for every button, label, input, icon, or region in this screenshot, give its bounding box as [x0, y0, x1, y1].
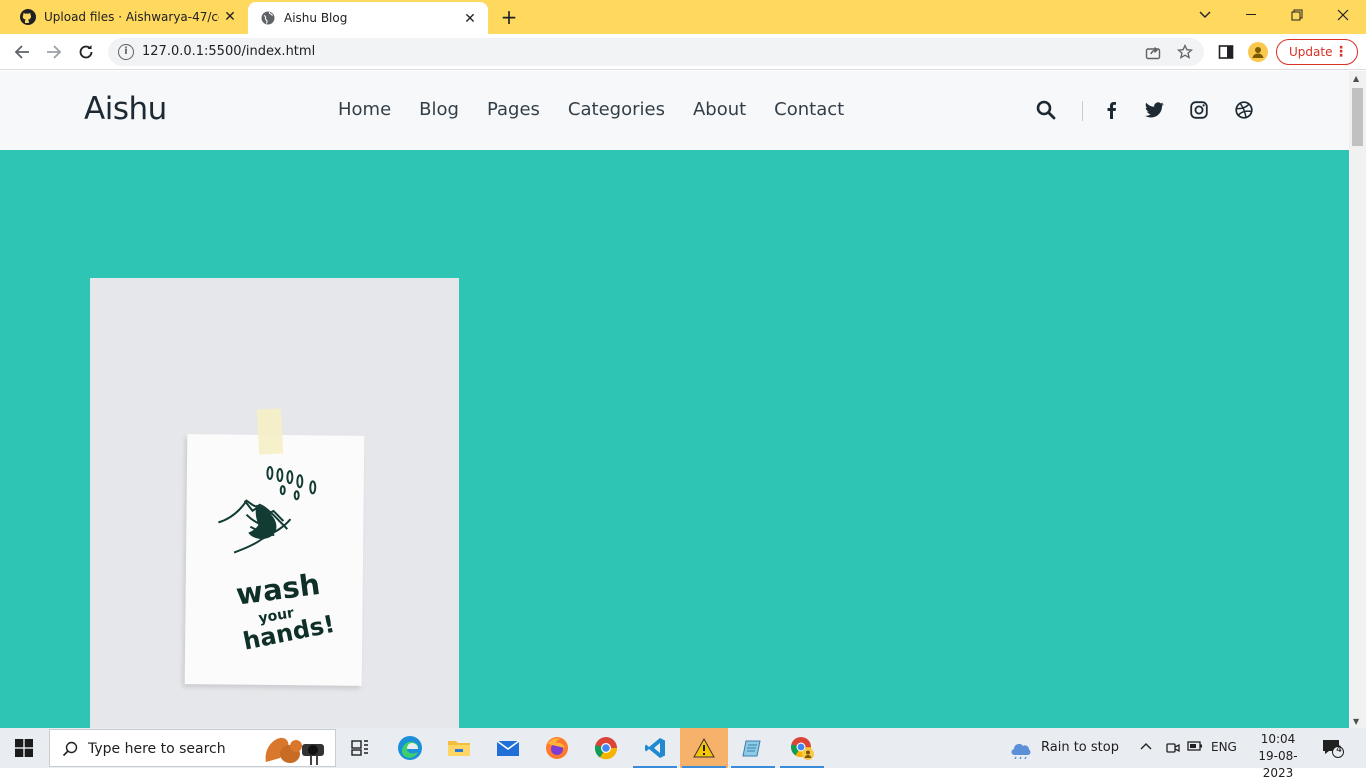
- firefox-icon[interactable]: [533, 728, 581, 768]
- side-panel-icon[interactable]: [1216, 42, 1236, 62]
- weather-text[interactable]: Rain to stop: [1041, 740, 1119, 755]
- weather-icon[interactable]: [1008, 737, 1034, 763]
- nav-about[interactable]: About: [693, 99, 746, 120]
- system-clock[interactable]: 10:04 19-08-2023: [1246, 731, 1310, 782]
- bookmark-star-icon[interactable]: [1176, 43, 1194, 61]
- nav-contact[interactable]: Contact: [774, 99, 844, 120]
- windows-taskbar: Type here to search Rain to stop ENG 10:…: [0, 728, 1366, 780]
- search-highlight-squirrel-icon: [262, 732, 334, 766]
- back-icon[interactable]: [10, 40, 34, 64]
- browser-toolbar: i 127.0.0.1:5500/index.html Update ⋮: [0, 34, 1366, 70]
- search-icon: [62, 741, 78, 761]
- tray-chevron-up-icon[interactable]: [1140, 739, 1152, 754]
- new-tab-button[interactable]: +: [498, 6, 520, 28]
- chrome-profile-icon[interactable]: [778, 728, 826, 768]
- tab-title: Upload files · Aishwarya-47/code: [44, 10, 219, 24]
- chrome-icon[interactable]: [582, 728, 630, 768]
- twitter-icon[interactable]: [1143, 99, 1165, 121]
- search-placeholder: Type here to search: [88, 741, 226, 757]
- file-explorer-icon[interactable]: [435, 728, 483, 768]
- minimize-icon[interactable]: [1228, 0, 1274, 30]
- task-view-icon[interactable]: [336, 728, 384, 768]
- url-text: 127.0.0.1:5500/index.html: [142, 44, 316, 59]
- battery-icon[interactable]: [1187, 740, 1203, 756]
- tab-upload-files[interactable]: Upload files · Aishwarya-47/code ✕: [0, 0, 248, 34]
- edge-icon[interactable]: [386, 728, 434, 768]
- paper-tape: [256, 408, 284, 455]
- update-label: Update: [1289, 45, 1333, 59]
- update-button[interactable]: Update ⋮: [1276, 39, 1358, 65]
- tab-title: Aishu Blog: [284, 11, 348, 25]
- poster-word-wash: wash: [234, 567, 322, 612]
- close-tab-icon[interactable]: ✕: [222, 9, 238, 25]
- close-window-icon[interactable]: [1320, 0, 1366, 30]
- tab-aishu-blog[interactable]: Aishu Blog ✕: [248, 2, 488, 34]
- dribbble-icon[interactable]: [1233, 99, 1255, 121]
- notepad-icon[interactable]: [729, 728, 777, 768]
- header-divider: [1082, 101, 1083, 121]
- restore-icon[interactable]: [1274, 0, 1320, 30]
- notification-count: 4: [1336, 745, 1342, 755]
- site-info-icon[interactable]: i: [118, 44, 134, 60]
- nav-blog[interactable]: Blog: [419, 99, 459, 120]
- notification-center-icon[interactable]: 4: [1322, 738, 1344, 758]
- language-indicator[interactable]: ENG: [1211, 740, 1237, 754]
- share-icon[interactable]: [1144, 43, 1162, 61]
- scroll-thumb[interactable]: [1352, 88, 1363, 146]
- vscode-icon[interactable]: [631, 728, 679, 768]
- main-nav: Home Blog Pages Categories About Contact: [338, 99, 872, 120]
- vertical-scrollbar[interactable]: ▲ ▼: [1349, 71, 1366, 728]
- profile-avatar-icon[interactable]: [1248, 42, 1268, 62]
- browser-tab-strip: Upload files · Aishwarya-47/code ✕ Aishu…: [0, 0, 1366, 34]
- site-logo[interactable]: Aishu: [84, 91, 167, 127]
- taskbar-search-box[interactable]: Type here to search: [49, 729, 336, 767]
- clock-time: 10:04: [1260, 732, 1296, 746]
- globe-icon: [260, 10, 276, 26]
- tab-search-icon[interactable]: [1182, 0, 1228, 30]
- clock-date: 19-08-2023: [1258, 749, 1298, 780]
- address-bar[interactable]: i 127.0.0.1:5500/index.html: [108, 38, 1204, 66]
- menu-dots-icon: ⋮: [1334, 44, 1348, 60]
- scroll-up-arrow-icon[interactable]: ▲: [1353, 74, 1359, 83]
- reload-icon[interactable]: [74, 40, 98, 64]
- scroll-down-arrow-icon[interactable]: ▼: [1353, 717, 1359, 726]
- instagram-icon[interactable]: [1188, 99, 1210, 121]
- site-header: Aishu Home Blog Pages Categories About C…: [0, 71, 1349, 150]
- hero-image-wash-hands: wash your hands!: [90, 278, 459, 728]
- meet-now-icon[interactable]: [1164, 739, 1180, 759]
- search-icon[interactable]: [1035, 99, 1057, 121]
- github-icon: [20, 9, 36, 25]
- mail-icon[interactable]: [484, 728, 532, 768]
- nav-categories[interactable]: Categories: [568, 99, 665, 120]
- nav-pages[interactable]: Pages: [487, 99, 540, 120]
- warning-app-icon[interactable]: [680, 728, 728, 768]
- facebook-icon[interactable]: [1100, 99, 1122, 121]
- poster-paper: wash your hands!: [184, 434, 365, 686]
- wash-hands-illustration: wash your hands!: [218, 465, 337, 656]
- close-tab-icon[interactable]: ✕: [462, 11, 478, 27]
- nav-home[interactable]: Home: [338, 99, 391, 120]
- page-viewport: Aishu Home Blog Pages Categories About C…: [0, 71, 1349, 728]
- windows-start-icon[interactable]: [0, 728, 48, 768]
- forward-icon[interactable]: [42, 40, 66, 64]
